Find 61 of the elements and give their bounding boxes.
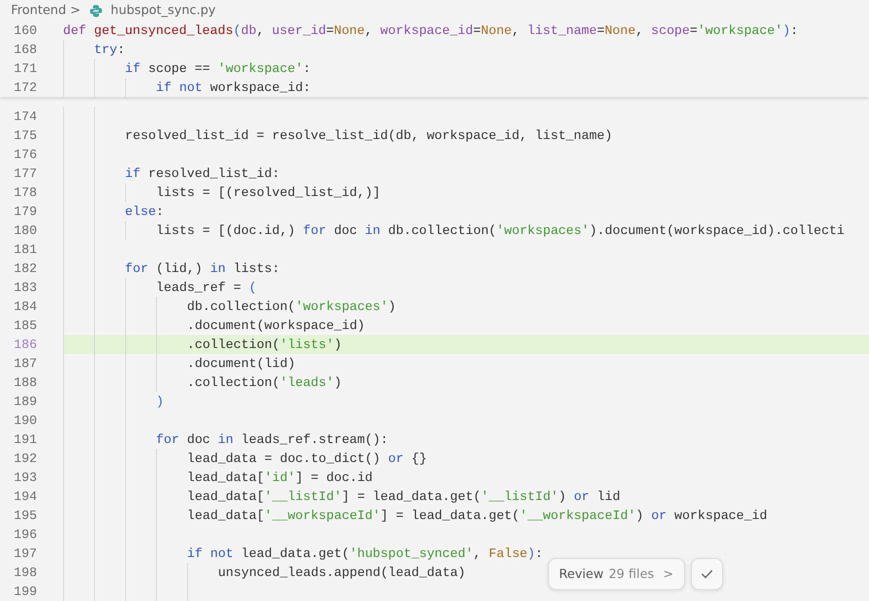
line-number: 176 (12, 146, 38, 164)
line-number: 188 (12, 374, 38, 392)
code-text: try: (94, 41, 125, 59)
code-text: lead_data['__workspaceId'] = lead_data.get('__workspaceId') or workspace_id (187, 507, 768, 525)
code-text: leads_ref = ( (156, 279, 257, 297)
code-text: if scope == 'workspace': (125, 60, 311, 78)
breadcrumb-folder[interactable]: Frontend (11, 1, 66, 20)
line-number: 171 (12, 60, 38, 78)
breadcrumb-separator: > (70, 1, 81, 20)
code-text: else: (125, 203, 164, 221)
review-button[interactable]: Review 29 files > (548, 558, 685, 590)
line-number: 196 (12, 526, 38, 544)
line-number: 174 (12, 108, 38, 126)
code-text: lead_data['__listId'] = lead_data.get('__listId') or lid (187, 488, 620, 506)
line-number: 195 (12, 507, 38, 525)
code-text: if resolved_list_id: (125, 165, 280, 183)
line-number: 175 (12, 127, 38, 145)
code-text: db.collection('workspaces') (187, 298, 396, 316)
line-number: 172 (12, 79, 38, 97)
line-number: 182 (12, 260, 38, 278)
code-text: if not workspace_id: (156, 79, 311, 97)
code-text: ) (156, 393, 164, 411)
code-text: for doc in leads_ref.stream(): (156, 431, 388, 449)
checkmark-icon (700, 569, 713, 579)
code-text: if not lead_data.get('hubspot_synced', False): (187, 545, 543, 563)
line-number: 183 (12, 279, 38, 297)
line-number: 190 (12, 412, 38, 430)
line-number: 185 (12, 317, 38, 335)
line-number: 184 (12, 298, 38, 316)
line-number: 180 (12, 222, 38, 240)
line-number: 193 (12, 469, 38, 487)
line-number: 181 (12, 241, 38, 259)
line-number: 178 (12, 184, 38, 202)
line-number: 191 (12, 431, 38, 449)
line-number: 197 (12, 545, 38, 563)
line-number: 187 (12, 355, 38, 373)
code-text: lead_data['id'] = doc.id (187, 469, 373, 487)
line-number: 179 (12, 203, 38, 221)
line-number: 168 (12, 41, 38, 59)
breadcrumb-file[interactable]: hubspot_sync.py (110, 1, 216, 20)
line-number: 189 (12, 393, 38, 411)
code-text: resolved_list_id = resolve_list_id(db, workspace_id, list_name) (125, 127, 612, 145)
code-text: .collection('leads') (187, 374, 342, 392)
python-file-icon (88, 4, 103, 18)
line-number: 192 (12, 450, 38, 468)
line-number: 177 (12, 165, 38, 183)
code-text: .collection('lists') (187, 336, 342, 354)
code-text: lead_data = doc.to_dict() or {} (187, 450, 427, 468)
code-text: lists = [(resolved_list_id,)] (156, 184, 380, 202)
line-number: 194 (12, 488, 38, 506)
code-text: lists = [(doc.id,) for doc in db.collection('workspaces').document(workspace_id).collecti (156, 222, 845, 240)
accept-button[interactable] (690, 558, 723, 590)
line-number: 160 (12, 22, 38, 40)
line-number: 186 (12, 336, 38, 354)
line-number: 198 (12, 564, 38, 582)
code-text: for (lid,) in lists: (125, 260, 280, 278)
code-text: .document(lid) (187, 355, 296, 373)
code-text: .document(workspace_id) (187, 317, 365, 335)
line-number: 199 (12, 583, 38, 601)
code-text: unsynced_leads.append(lead_data) (218, 564, 466, 582)
code-text: def get_unsynced_leads(db, user_id=None, workspace_id=None, list_name=None, scope='workspace'): (63, 22, 798, 40)
